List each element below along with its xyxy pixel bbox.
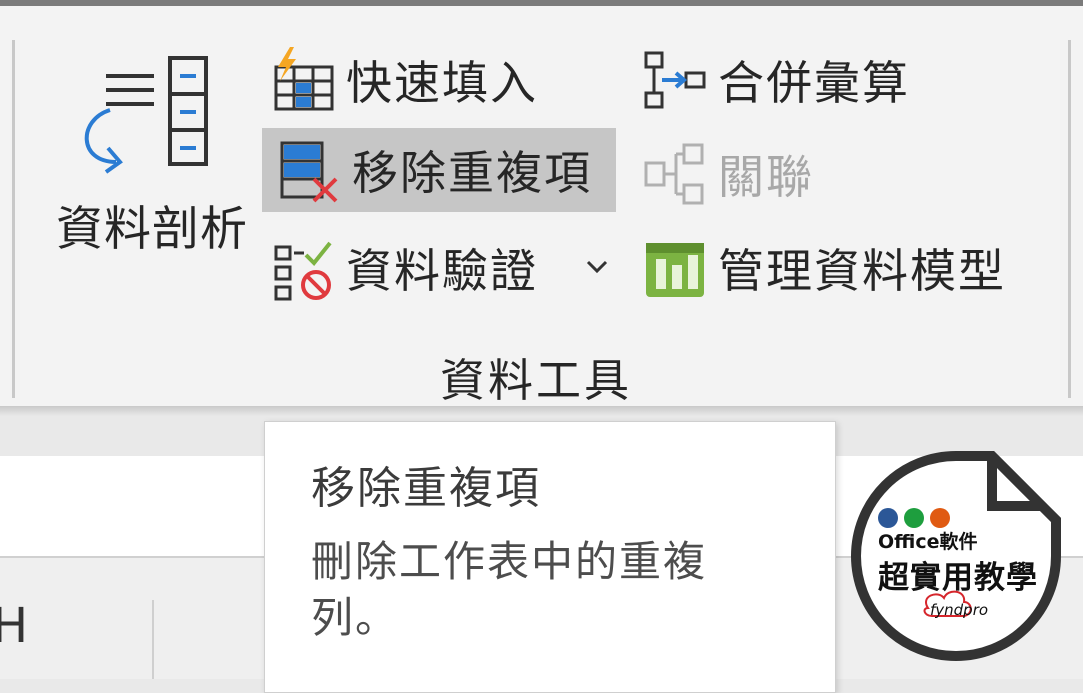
column-header-h[interactable]: H <box>0 598 28 654</box>
logo-top-text: Office軟件 <box>878 531 978 553</box>
text-to-columns-icon <box>84 56 208 174</box>
remove-duplicates-label: 移除重複項 <box>352 146 592 200</box>
remove-duplicates-icon <box>280 141 338 203</box>
tooltip-description: 刪除工作表中的重複列。 <box>311 537 708 642</box>
group-separator-right <box>1068 40 1071 398</box>
group-label: 資料工具 <box>440 354 633 407</box>
text-to-columns-label: 資料剖析 <box>56 202 248 257</box>
manage-data-model-label: 管理資料模型 <box>718 244 1006 298</box>
data-validation-icon <box>274 241 332 301</box>
column-divider <box>152 600 154 679</box>
relationships-label: 關聯 <box>718 150 814 204</box>
data-validation-label: 資料驗證 <box>346 244 538 298</box>
logo-main-text: 超實用教學 <box>878 560 1038 596</box>
consolidate-icon <box>644 51 706 109</box>
text-to-columns-button[interactable]: 資料剖析 <box>50 50 250 257</box>
logo-sub-text: fyndpro <box>930 601 989 619</box>
group-separator-left <box>12 40 15 398</box>
manage-data-model-button[interactable]: 管理資料模型 <box>640 226 1006 310</box>
consolidate-button[interactable]: 合併彙算 <box>640 38 910 122</box>
tooltip-title: 移除重複項 <box>311 463 541 514</box>
ribbon-shadow <box>0 406 1083 416</box>
data-model-icon <box>646 243 704 297</box>
remove-duplicates-button[interactable]: 移除重複項 <box>262 128 616 212</box>
flash-fill-label: 快速填入 <box>346 56 538 110</box>
relationships-button[interactable]: 關聯 <box>640 132 814 216</box>
consolidate-label: 合併彙算 <box>718 56 910 110</box>
flash-fill-icon <box>274 47 334 111</box>
flash-fill-button[interactable]: 快速填入 <box>268 38 538 122</box>
chevron-down-icon[interactable] <box>580 250 614 284</box>
data-validation-button[interactable]: 資料驗證 <box>268 226 538 310</box>
remove-duplicates-tooltip: 移除重複項 刪除工作表中的重複列。 <box>264 421 836 693</box>
relationships-icon <box>644 143 704 205</box>
